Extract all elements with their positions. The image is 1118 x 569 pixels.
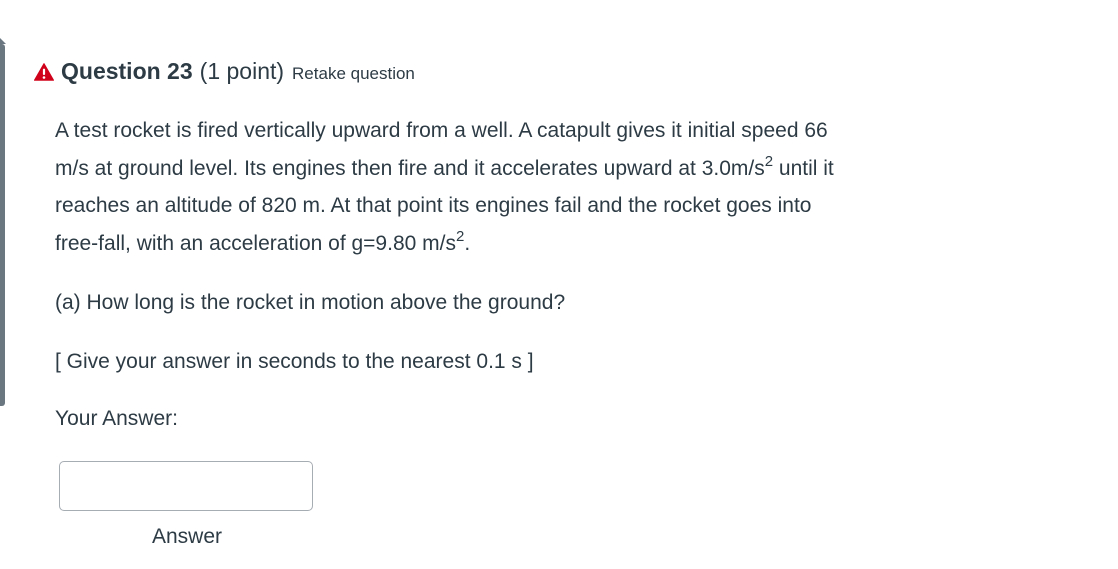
question-text: until it [773, 156, 834, 180]
question-text-line: free-fall, with an acceleration of g=9.8… [55, 225, 975, 263]
part-a-question: (a) How long is the rocket in motion abo… [55, 291, 566, 314]
answer-input[interactable] [59, 461, 313, 511]
question-text-line: m/s at ground level. Its engines then fi… [55, 150, 975, 188]
question-text: m/s at ground level. Its engines then fi… [55, 156, 765, 180]
left-scroll-rail [0, 44, 5, 406]
superscript: 2 [764, 152, 774, 170]
question-points: (1 point) [199, 58, 285, 84]
question-header: Question 23 (1 point) Retake question [34, 58, 415, 85]
question-text: A test rocket is fired vertically upward… [55, 119, 828, 142]
question-text-line: reaches an altitude of 820 m. At that po… [55, 187, 975, 225]
retake-question-label: Retake question [292, 64, 415, 83]
answer-caption: Answer [151, 525, 223, 548]
question-text: . [464, 231, 471, 255]
quiz-page: Question 23 (1 point) Retake question A … [0, 0, 1118, 569]
question-text-line: A test rocket is fired vertically upward… [55, 112, 975, 150]
your-answer-label: Your Answer: [55, 407, 178, 430]
question-body: A test rocket is fired vertically upward… [55, 112, 975, 262]
warning-triangle-icon [34, 63, 54, 81]
question-text: free-fall, with an acceleration of g=9.8… [55, 231, 456, 255]
question-text: reaches an altitude of 820 m. At that po… [55, 194, 812, 217]
superscript: 2 [455, 227, 465, 245]
question-title: Question 23 [61, 58, 193, 84]
answer-format-hint: [ Give your answer in seconds to the nea… [55, 350, 534, 373]
